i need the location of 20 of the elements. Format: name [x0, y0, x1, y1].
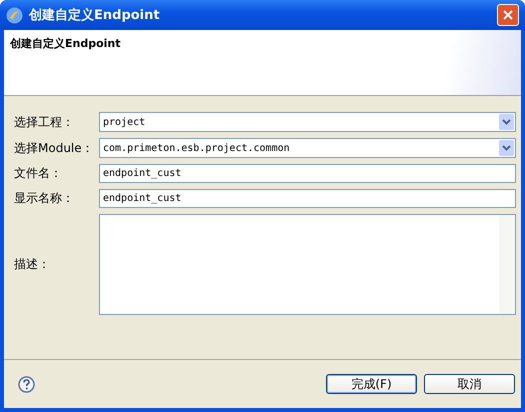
app-logo-icon [6, 6, 23, 24]
banner-title: 创建自定义Endpoint [10, 37, 121, 50]
input-field[interactable]: endpoint_cust [99, 164, 516, 183]
input-field[interactable]: endpoint_cust [99, 189, 516, 208]
dropdown[interactable]: project [99, 112, 516, 132]
close-icon[interactable] [502, 9, 514, 21]
finish-button[interactable]: 完成(F) [326, 374, 417, 394]
text-area[interactable] [99, 214, 516, 315]
field-label: 选择Module： [14, 140, 95, 156]
help-icon[interactable] [18, 376, 35, 392]
window-title: 创建自定义Endpoint [29, 6, 161, 24]
close-button[interactable] [497, 4, 519, 26]
cancel-button[interactable]: 取消 [424, 374, 515, 394]
chevron-down-icon[interactable] [502, 119, 511, 125]
field-label: 文件名： [14, 165, 63, 182]
field-label: 选择工程： [14, 114, 75, 130]
chevron-down-icon[interactable] [502, 145, 511, 151]
dropdown[interactable]: com.primeton.esb.project.common [99, 138, 516, 158]
field-label: 描述： [14, 256, 51, 273]
field-label: 显示名称： [14, 190, 75, 207]
